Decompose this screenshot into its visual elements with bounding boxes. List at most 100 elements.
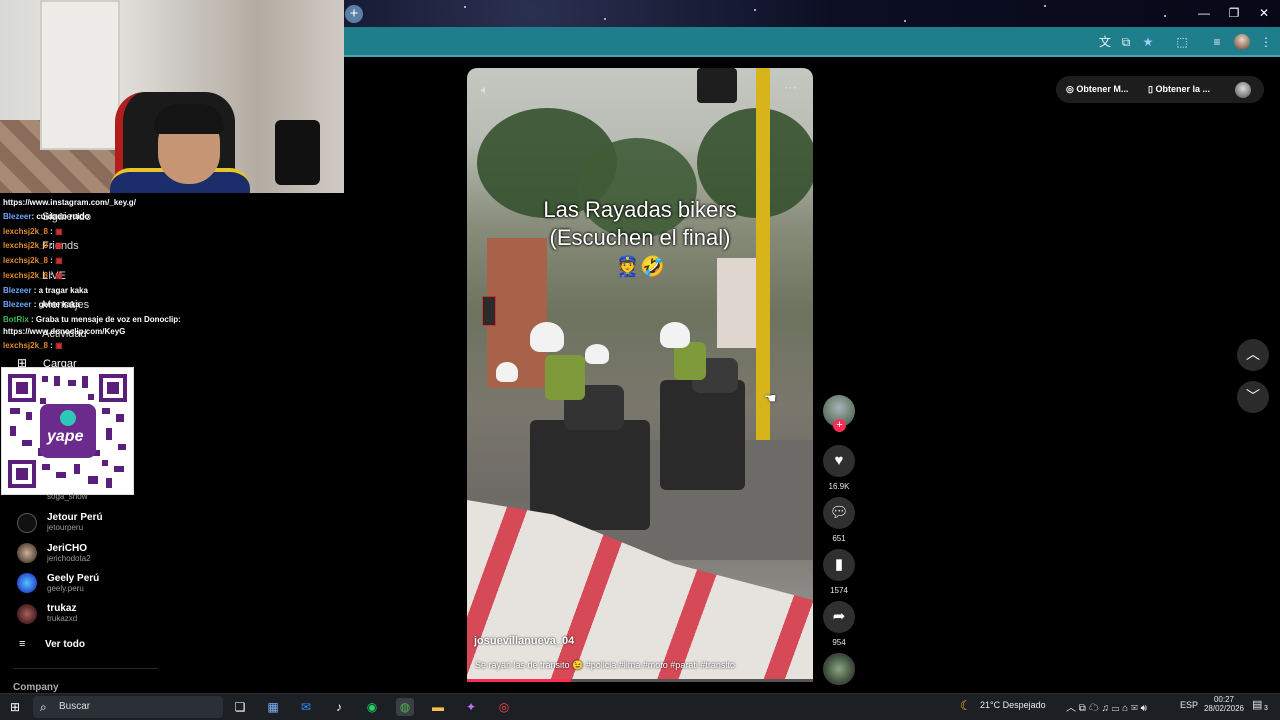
chrome-icon[interactable]: ◍ bbox=[396, 698, 414, 716]
chat-line: lexchsj2k_8 : ▣ bbox=[3, 241, 63, 250]
video-author-username[interactable]: josuevillanueva_04 bbox=[474, 635, 574, 647]
see-all-link[interactable]: Ver todo bbox=[45, 639, 85, 650]
account-name[interactable]: JeriCHO bbox=[47, 543, 87, 554]
comment-button[interactable]: 💬︎ bbox=[823, 497, 855, 529]
video-title-line: (Escuchen el final) bbox=[549, 225, 731, 250]
music-disc[interactable] bbox=[823, 653, 855, 685]
outlook-icon[interactable]: ✉ bbox=[297, 698, 315, 716]
search-icon: ⌕ bbox=[40, 700, 47, 714]
video-caption: Se rayan las de tránsito 😉 #policia #lim… bbox=[475, 660, 735, 670]
spotify-icon[interactable]: ◉ bbox=[363, 698, 381, 716]
heart-icon: ♥ bbox=[834, 452, 844, 469]
account-username[interactable]: jerichodota2 bbox=[47, 554, 91, 563]
previous-video-button[interactable]: ︿ bbox=[1237, 339, 1269, 371]
avatar[interactable] bbox=[17, 543, 37, 563]
more-options-icon[interactable]: ⋯ bbox=[784, 80, 797, 96]
new-tab-button[interactable]: + bbox=[345, 5, 363, 23]
webcam-bag bbox=[275, 120, 320, 185]
store-icon[interactable]: ▦ bbox=[264, 698, 282, 716]
close-window-button[interactable]: ✕ bbox=[1249, 0, 1279, 27]
helmet bbox=[530, 322, 564, 352]
chat-line: lexchsj2k_8 : ▣ bbox=[3, 341, 63, 350]
file-explorer-icon[interactable]: ▬ bbox=[429, 698, 447, 716]
chevron-up-icon: ︿ bbox=[1246, 346, 1260, 362]
save-count: 1574 bbox=[830, 586, 848, 595]
tray-icons[interactable]: ︿ ⧉ ☁ ♫ ▭ ⌂ ✉ 🔊︎ bbox=[1066, 699, 1147, 714]
save-button[interactable]: ▮ bbox=[823, 549, 855, 581]
helmet bbox=[585, 344, 609, 364]
account-username[interactable]: jetourperu bbox=[47, 523, 83, 532]
extensions-icon[interactable]: ⬚ bbox=[1174, 34, 1190, 50]
maximize-button[interactable]: ❐ bbox=[1219, 0, 1249, 27]
search-placeholder: Buscar bbox=[59, 701, 91, 712]
translate-icon[interactable]: 文 bbox=[1097, 34, 1113, 50]
yape-logo: yape bbox=[47, 428, 84, 445]
traffic-light bbox=[697, 68, 737, 103]
webcam-overlay bbox=[0, 0, 344, 193]
motorcycle bbox=[660, 380, 745, 490]
comment-count: 651 bbox=[832, 534, 846, 543]
account-username[interactable]: geely.peru bbox=[47, 584, 84, 593]
next-video-button[interactable]: ﹀ bbox=[1237, 381, 1269, 413]
windows-start-icon[interactable]: ⊞ bbox=[6, 698, 24, 716]
cast-icon[interactable]: ⧉ bbox=[1118, 34, 1134, 50]
divider bbox=[13, 668, 158, 669]
weather-icon: ☾ bbox=[960, 698, 972, 713]
mouse-cursor: ☚ bbox=[764, 390, 777, 406]
get-mobile-app-button[interactable]: ▯ Obtener la ... bbox=[1148, 84, 1210, 95]
video-emojis: 👮🤣 bbox=[615, 256, 665, 278]
account-username[interactable]: trukazxd bbox=[47, 614, 77, 623]
helmet bbox=[496, 362, 518, 382]
account-name[interactable]: trukaz bbox=[47, 603, 76, 614]
share-count: 954 bbox=[832, 638, 846, 647]
helmet bbox=[660, 322, 690, 348]
motorcycle bbox=[530, 420, 650, 530]
account-name[interactable]: Geely Perú bbox=[47, 573, 99, 584]
police-vest bbox=[545, 355, 585, 400]
chat-line: BotRix : Graba tu mensaje de voz en Dono… bbox=[3, 315, 181, 324]
language-indicator[interactable]: ESP bbox=[1180, 700, 1198, 710]
media-icon[interactable]: ≡ bbox=[1209, 34, 1225, 50]
minimize-button[interactable]: — bbox=[1189, 0, 1219, 27]
yape-qr-code: yape bbox=[1, 367, 134, 495]
menu-icon[interactable]: ⋮ bbox=[1258, 34, 1274, 50]
comment-icon: 💬︎ bbox=[829, 504, 849, 521]
profile-icon[interactable] bbox=[1234, 34, 1250, 50]
avatar[interactable] bbox=[17, 573, 37, 593]
browser-tab-strip bbox=[344, 0, 1280, 27]
chat-line: https://www.instagram.com/_key.g/ bbox=[3, 198, 136, 207]
company-link[interactable]: Company bbox=[13, 682, 59, 693]
notification-icon[interactable]: ▤ bbox=[1252, 698, 1262, 711]
traffic-signal bbox=[482, 296, 496, 326]
task-view-icon[interactable]: ❏ bbox=[231, 698, 249, 716]
clock-date: 28/02/2026 bbox=[1203, 704, 1245, 713]
get-desktop-app-button[interactable]: ◎ Obtener M... bbox=[1066, 84, 1128, 95]
webcam-door bbox=[40, 0, 120, 150]
follow-plus-icon[interactable]: + bbox=[833, 419, 846, 432]
obs-icon[interactable]: ◎ bbox=[495, 698, 513, 716]
avatar[interactable] bbox=[1235, 82, 1251, 98]
taskbar-search[interactable]: ⌕ Buscar bbox=[33, 696, 223, 718]
video-title-line: Las Rayadas bikers bbox=[543, 197, 737, 222]
account-username[interactable]: soga_show bbox=[47, 492, 87, 501]
account-name[interactable]: Jetour Perú bbox=[47, 512, 103, 523]
copilot-icon[interactable]: ✦ bbox=[462, 698, 480, 716]
share-button[interactable]: ➦ bbox=[823, 601, 855, 633]
chat-line: lexchsj2k_8 : ▣ bbox=[3, 227, 63, 236]
clock-time: 00:27 bbox=[1213, 695, 1235, 704]
weather-text[interactable]: 21°C Despejado bbox=[980, 700, 1046, 710]
bookmark-icon: ▮ bbox=[834, 556, 844, 573]
tiktok-icon[interactable]: ♪ bbox=[330, 698, 348, 716]
like-button[interactable]: ♥ bbox=[823, 445, 855, 477]
share-icon: ➦ bbox=[832, 608, 846, 625]
chat-line: https://www.donoclip.com/KeyG bbox=[3, 327, 126, 336]
chat-line: Blezeer: cuidado ruido bbox=[3, 212, 90, 221]
star-icon[interactable]: ★ bbox=[1140, 34, 1156, 50]
volume-icon[interactable]: 🔈︎ bbox=[481, 82, 489, 98]
chat-line: Blezeer : a tragar kaka bbox=[3, 286, 88, 295]
avatar[interactable] bbox=[17, 604, 37, 624]
webcam-person-hair bbox=[154, 104, 224, 134]
avatar[interactable] bbox=[17, 513, 37, 533]
notification-count: 3 bbox=[1264, 705, 1268, 712]
clock[interactable]: 00:27 28/02/2026 bbox=[1203, 695, 1245, 713]
